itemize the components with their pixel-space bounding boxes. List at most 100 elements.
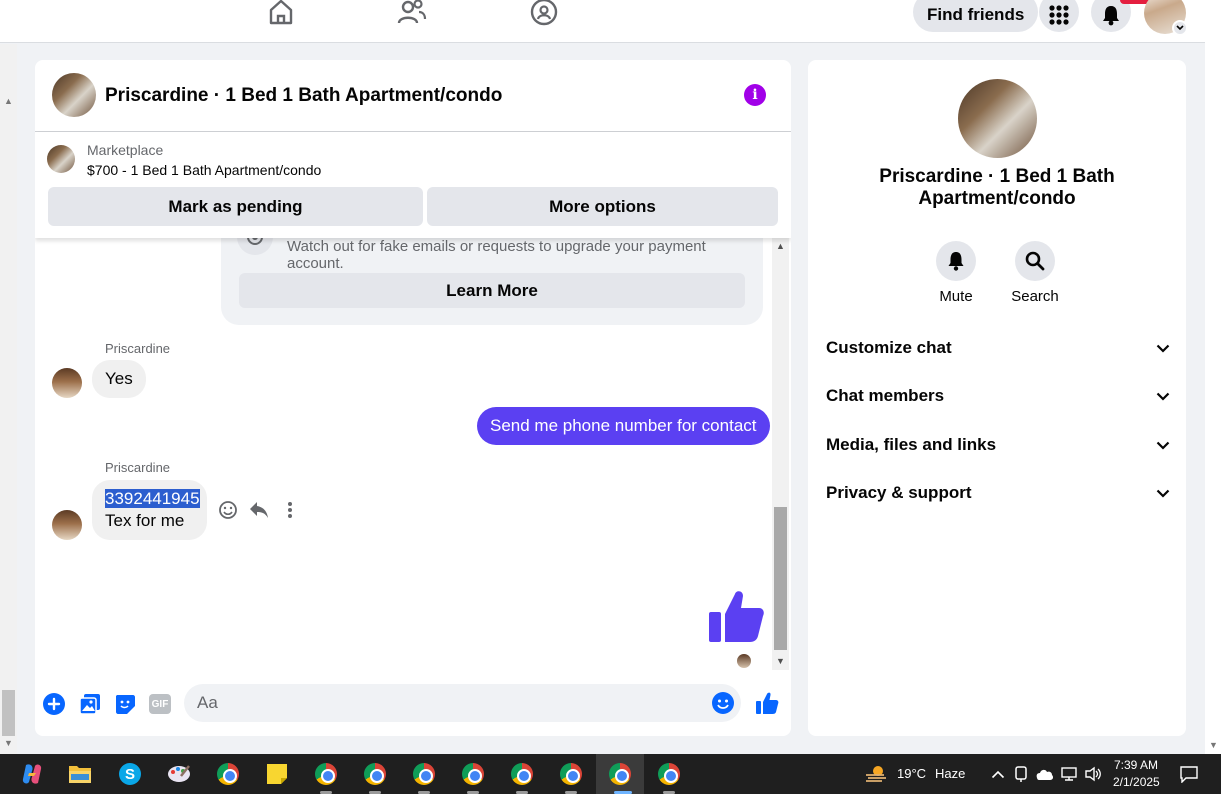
message-composer: GIF	[35, 680, 791, 736]
send-like-icon[interactable]	[755, 691, 779, 715]
weather-temperature[interactable]: 19°C	[897, 766, 926, 781]
message-text: Tex for me	[105, 511, 185, 530]
scroll-down-arrow-icon[interactable]: ▼	[4, 738, 13, 748]
section-label: Privacy & support	[826, 483, 972, 502]
scam-warning-card: Watch out for fake emails or requests to…	[221, 219, 763, 325]
chat-header: Priscardine · 1 Bed 1 Bath Apartment/con…	[35, 60, 791, 132]
outgoing-message[interactable]: Send me phone number for contact	[477, 407, 770, 445]
home-icon[interactable]	[266, 0, 296, 28]
network-icon[interactable]	[1057, 762, 1081, 786]
chrome-window-icon[interactable]	[412, 762, 436, 786]
section-label: Customize chat	[826, 338, 952, 357]
search-button[interactable]: Search	[1005, 241, 1065, 305]
chat-info-title: Priscardine · 1 Bed 1 Bath Apartment/con…	[879, 166, 1115, 209]
account-chevron-icon[interactable]	[1172, 20, 1188, 36]
chrome-icon[interactable]	[216, 762, 240, 786]
friends-icon[interactable]	[397, 0, 427, 28]
chrome-profile-icon[interactable]	[314, 762, 338, 786]
section-label: Media, files and links	[826, 435, 997, 454]
paint-icon[interactable]	[167, 762, 191, 786]
privacy-support-section[interactable]: Privacy & support	[826, 478, 1170, 508]
search-label: Search	[1011, 288, 1059, 305]
windows-taskbar: S 19°C Haze 7:39 AM 2/1/2025	[0, 754, 1221, 794]
mark-as-pending-button[interactable]: Mark as pending	[48, 187, 423, 226]
meet-now-icon[interactable]	[1010, 762, 1034, 786]
message-sender: Priscardine	[105, 341, 171, 356]
chrome-window-icon[interactable]	[657, 762, 681, 786]
notification-center-icon[interactable]	[1177, 762, 1201, 786]
message-input[interactable]	[184, 684, 741, 722]
section-label: Chat members	[826, 386, 945, 405]
sender-avatar[interactable]	[52, 510, 82, 540]
thumbs-up-sticker-icon[interactable]	[707, 588, 765, 644]
listing-source: Marketplace	[87, 142, 164, 158]
skype-icon[interactable]: S	[118, 762, 142, 786]
react-smiley-icon[interactable]	[217, 499, 239, 521]
reply-icon[interactable]	[248, 499, 270, 521]
chrome-window-icon[interactable]	[608, 762, 632, 786]
mute-button[interactable]: Mute	[926, 241, 986, 305]
top-navigation-bar: Find friends	[0, 0, 1205, 43]
sticky-notes-icon[interactable]	[265, 762, 289, 786]
chrome-window-icon[interactable]	[461, 762, 485, 786]
chat-title[interactable]: Priscardine · 1 Bed 1 Bath Apartment/con…	[105, 85, 502, 107]
chevron-down-icon	[1156, 483, 1170, 503]
add-attachment-plus-icon[interactable]	[42, 692, 66, 716]
chevron-up-icon[interactable]	[986, 762, 1010, 786]
more-actions-icon[interactable]	[279, 499, 301, 521]
scam-warning-text: Watch out for fake emails or requests to…	[287, 238, 706, 272]
incoming-message[interactable]: 3392441945 Tex for me	[92, 480, 207, 540]
chrome-window-icon[interactable]	[559, 762, 583, 786]
chat-window: Priscardine · 1 Bed 1 Bath Apartment/con…	[35, 60, 791, 736]
bell-icon[interactable]	[936, 241, 976, 281]
scroll-up-arrow-icon[interactable]: ▲	[4, 96, 13, 106]
sticker-icon[interactable]	[113, 692, 137, 716]
clock-time[interactable]: 7:39 AM	[1114, 758, 1158, 772]
scroll-down-arrow-icon[interactable]: ▼	[776, 656, 785, 666]
chat-info-avatar[interactable]	[958, 79, 1037, 158]
info-icon[interactable]: i	[744, 84, 766, 106]
chat-info-panel: Priscardine · 1 Bed 1 Bath Apartment/con…	[808, 60, 1186, 736]
groups-icon[interactable]	[529, 0, 559, 28]
copilot-icon[interactable]	[20, 762, 44, 786]
scroll-up-arrow-icon[interactable]: ▲	[776, 241, 785, 251]
learn-more-button[interactable]: Learn More	[239, 273, 745, 308]
scroll-down-arrow-icon[interactable]: ▼	[1209, 740, 1218, 750]
photo-gallery-icon[interactable]	[78, 692, 102, 716]
onedrive-cloud-icon[interactable]	[1032, 762, 1056, 786]
mute-label: Mute	[939, 288, 973, 305]
chat-scrollbar-thumb[interactable]	[774, 507, 787, 650]
emoji-icon[interactable]	[711, 691, 735, 715]
listing-thumbnail[interactable]	[47, 145, 75, 173]
chevron-down-icon	[1156, 435, 1170, 455]
chat-members-section[interactable]: Chat members	[826, 381, 1170, 411]
weather-haze-icon[interactable]	[864, 762, 888, 786]
chevron-down-icon	[1156, 386, 1170, 406]
file-explorer-icon[interactable]	[68, 762, 92, 786]
media-files-links-section[interactable]: Media, files and links	[826, 430, 1170, 460]
chrome-window-icon[interactable]	[510, 762, 534, 786]
message-sender: Priscardine	[105, 460, 171, 475]
more-options-button[interactable]: More options	[427, 187, 778, 226]
listing-price[interactable]: $700 - 1 Bed 1 Bath Apartment/condo	[87, 162, 321, 178]
gif-icon[interactable]: GIF	[148, 692, 172, 716]
clock-date[interactable]: 2/1/2025	[1113, 775, 1160, 789]
incoming-message[interactable]: Yes	[92, 360, 146, 398]
notifications-bell-icon[interactable]	[1091, 0, 1131, 32]
find-friends-button[interactable]: Find friends	[913, 0, 1039, 32]
chat-scrollbar[interactable]: ▲ ▼	[772, 238, 789, 670]
marketplace-listing-bar: Marketplace $700 - 1 Bed 1 Bath Apartmen…	[35, 132, 791, 238]
volume-icon[interactable]	[1081, 762, 1105, 786]
page-scrollbar[interactable]: ▲ ▼	[0, 44, 17, 754]
weather-description[interactable]: Haze	[935, 766, 965, 781]
window-scrollbar-right[interactable]: ▼	[1205, 0, 1221, 754]
menu-grid-icon[interactable]	[1039, 0, 1079, 32]
selected-phone-number[interactable]: 3392441945	[105, 489, 200, 508]
sender-avatar[interactable]	[52, 368, 82, 398]
page-scrollbar-thumb[interactable]	[2, 690, 15, 736]
chat-avatar[interactable]	[52, 73, 96, 117]
seen-by-avatar	[737, 654, 751, 668]
chrome-window-icon[interactable]	[363, 762, 387, 786]
search-icon[interactable]	[1015, 241, 1055, 281]
customize-chat-section[interactable]: Customize chat	[826, 333, 1170, 363]
